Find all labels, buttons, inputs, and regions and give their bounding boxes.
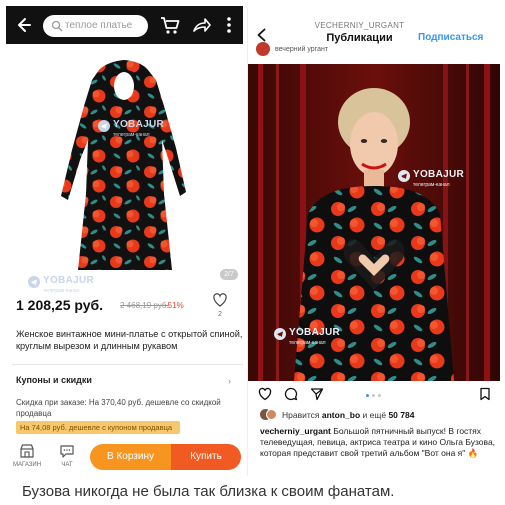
old-price: 2 468,19 руб.	[120, 301, 169, 310]
bookmark-icon[interactable]	[478, 387, 492, 401]
carousel-dots	[366, 394, 381, 397]
avatar	[266, 409, 277, 420]
back-arrow-icon[interactable]	[15, 15, 35, 35]
liked-by-suffix: и ещё	[362, 410, 387, 420]
liked-by-prefix: Нравится	[282, 410, 320, 420]
shop-nav-label: МАГАЗИН	[12, 462, 42, 468]
chat-bubble-icon	[60, 445, 74, 458]
watermark-brand: YOBAJUR	[289, 327, 340, 338]
post-author-name[interactable]: вечерний ургант	[275, 46, 328, 53]
shop-screen: теплое платье YOBAJUR телеграм-канал YOB…	[6, 6, 243, 476]
divider	[12, 364, 243, 365]
search-placeholder: теплое платье	[65, 20, 133, 31]
post-photo[interactable]: YOBAJUR телеграм-канал YOBAJUR телеграм-ка…	[248, 64, 500, 381]
watermark-sub: телеграм-канал	[43, 288, 80, 294]
search-icon	[51, 20, 63, 32]
chat-nav-button[interactable]: ЧАТ	[48, 443, 86, 468]
watermark: YOBAJUR телеграм-канал	[398, 164, 464, 188]
liked-by-text: Нравится anton_bo и ещё 50 784	[282, 410, 414, 420]
likes-count[interactable]: 50 784	[388, 410, 414, 420]
watermark-sub: телеграм-канал	[113, 132, 150, 138]
watermark-sub: телеграм-канал	[413, 182, 450, 188]
shop-nav-button[interactable]: МАГАЗИН	[8, 443, 46, 468]
carousel-dot	[378, 394, 381, 397]
buy-now-button[interactable]: Купить	[171, 444, 241, 470]
seller-discount-note: Скидка при заказе: На 370,40 руб. дешевл…	[16, 398, 221, 418]
telegram-logo-icon	[28, 276, 40, 288]
product-title: Женское винтажное мини-платье с открытой…	[16, 329, 243, 351]
chat-nav-label: ЧАТ	[61, 462, 73, 468]
caption-username[interactable]: vecherniy_urgant	[260, 426, 331, 436]
watermark: YOBAJUR телеграм-канал	[274, 322, 340, 346]
bottom-action-bar: МАГАЗИН ЧАТ В Корзину Купить	[6, 439, 243, 476]
comment-icon[interactable]	[284, 387, 298, 401]
add-to-cart-button[interactable]: В Корзину	[90, 444, 171, 470]
dress-illustration	[61, 60, 186, 270]
instagram-screen: VECHERNIY_URGANT Публикации Подписаться …	[247, 6, 500, 476]
like-heart-icon[interactable]	[258, 387, 272, 401]
post-caption: vecherniy_urgant Большой пятничный выпус…	[260, 426, 496, 459]
telegram-logo-icon	[274, 328, 286, 340]
watermark-brand: YOBAJUR	[113, 119, 164, 130]
telegram-logo-icon	[398, 170, 410, 182]
liked-by-user[interactable]: anton_bo	[322, 410, 360, 420]
price: 1 208,25 руб.	[16, 297, 104, 313]
carousel-dot	[372, 394, 375, 397]
watermark-brand: YOBAJUR	[43, 275, 94, 286]
carousel-dot-active	[366, 394, 369, 397]
share-icon[interactable]	[191, 15, 211, 35]
profile-username: VECHERNIY_URGANT	[314, 21, 405, 30]
telegram-logo-icon	[98, 120, 110, 132]
cart-icon[interactable]	[159, 14, 181, 36]
product-image[interactable]: YOBAJUR телеграм-канал YOBAJUR телеграм-ка…	[6, 44, 243, 294]
search-input[interactable]: теплое платье	[43, 15, 148, 37]
instagram-header: VECHERNIY_URGANT Публикации Подписаться …	[248, 6, 500, 61]
wishlist-count: 2	[218, 311, 222, 318]
more-menu-icon[interactable]	[222, 15, 236, 35]
store-icon	[20, 444, 34, 458]
watermark: YOBAJUR телеграм-канал	[98, 114, 164, 138]
watermark-brand: YOBAJUR	[413, 169, 464, 180]
price-row: 1 208,25 руб. 2 468,19 руб. -51%	[16, 297, 236, 317]
chevron-right-icon[interactable]: ›	[228, 376, 231, 386]
send-icon[interactable]	[310, 387, 324, 401]
shop-topbar: теплое платье	[6, 6, 243, 44]
coupons-link[interactable]: Купоны и скидки	[16, 375, 92, 385]
image-pager: 2/7	[220, 269, 238, 280]
avatar[interactable]	[256, 42, 270, 56]
watermark-sub: телеграм-канал	[289, 340, 326, 346]
footer-caption: Бузова никогда не была так близка к свои…	[22, 483, 395, 500]
follow-button[interactable]: Подписаться	[418, 32, 483, 43]
discount-percent: -51%	[165, 301, 184, 310]
wishlist-heart-icon[interactable]	[212, 292, 228, 308]
coupon-badge[interactable]: На 74,08 руб. дешевле с купоном продавца	[16, 421, 180, 434]
watermark: YOBAJUR телеграм-канал	[28, 270, 94, 294]
